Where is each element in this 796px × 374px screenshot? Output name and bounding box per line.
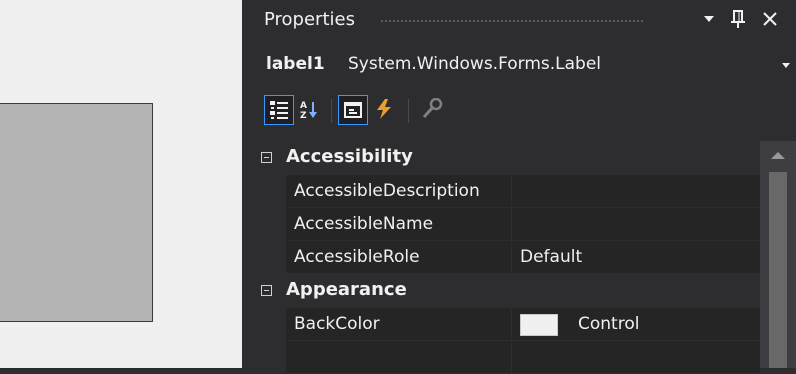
collapse-icon[interactable]	[261, 152, 272, 163]
properties-icon	[344, 102, 362, 118]
property-name	[286, 341, 512, 373]
window-position-dropdown-icon[interactable]	[698, 6, 720, 32]
pin-icon[interactable]	[727, 6, 749, 32]
category-appearance[interactable]: Appearance	[252, 274, 760, 308]
form-designer-surface[interactable]	[0, 0, 242, 368]
property-value[interactable]: Default	[512, 241, 760, 273]
color-name: Control	[578, 314, 640, 334]
object-name: label1	[266, 54, 325, 74]
properties-button[interactable]	[338, 95, 368, 125]
alphabetical-icon: A Z	[300, 101, 317, 120]
collapse-icon[interactable]	[261, 285, 272, 296]
object-selector-dropdown[interactable]: label1 System.Windows.Forms.Label	[252, 45, 796, 85]
toolbar-separator	[408, 99, 409, 123]
property-grid: Accessibility AccessibleDescription Acce…	[252, 141, 760, 374]
object-type: System.Windows.Forms.Label	[348, 54, 602, 74]
property-row[interactable]: AccessibleName	[286, 208, 760, 241]
categorized-icon	[270, 101, 288, 119]
property-name: AccessibleName	[286, 208, 512, 240]
color-swatch	[520, 314, 558, 336]
property-row[interactable]	[286, 341, 760, 374]
events-button[interactable]	[370, 95, 400, 125]
label-control-preview[interactable]	[0, 103, 153, 322]
scroll-up-icon[interactable]	[771, 152, 785, 159]
property-name: AccessibleRole	[286, 241, 512, 273]
panel-title-bar: Properties	[252, 0, 796, 40]
category-accessibility[interactable]: Accessibility	[252, 141, 760, 175]
drag-grip[interactable]	[380, 19, 645, 24]
property-row[interactable]: BackColor Control	[286, 308, 760, 341]
property-pages-button[interactable]	[418, 95, 448, 125]
events-icon	[377, 99, 391, 119]
property-value[interactable]: Control	[512, 308, 760, 340]
property-value[interactable]	[512, 341, 760, 373]
property-row[interactable]: AccessibleRole Default	[286, 241, 760, 274]
properties-panel: Properties label1 System.Windows.Forms.L…	[252, 0, 796, 374]
toolbar-separator	[331, 99, 332, 123]
property-value[interactable]	[512, 208, 760, 240]
property-pages-icon	[422, 98, 443, 119]
scrollbar-thumb[interactable]	[769, 172, 787, 368]
chevron-down-icon	[782, 63, 790, 68]
properties-toolbar: A Z	[252, 95, 796, 139]
category-label: Accessibility	[286, 146, 413, 167]
svg-text:Z: Z	[300, 111, 307, 120]
vertical-scrollbar[interactable]	[760, 141, 796, 368]
panel-title: Properties	[264, 9, 355, 30]
svg-text:A: A	[300, 101, 307, 111]
alphabetical-button[interactable]: A Z	[294, 95, 324, 125]
category-label: Appearance	[286, 279, 407, 300]
property-name: BackColor	[286, 308, 512, 340]
categorized-button[interactable]	[264, 95, 294, 125]
close-icon[interactable]	[759, 6, 781, 32]
property-row[interactable]: AccessibleDescription	[286, 175, 760, 208]
property-value[interactable]	[512, 175, 760, 207]
property-name: AccessibleDescription	[286, 175, 512, 207]
